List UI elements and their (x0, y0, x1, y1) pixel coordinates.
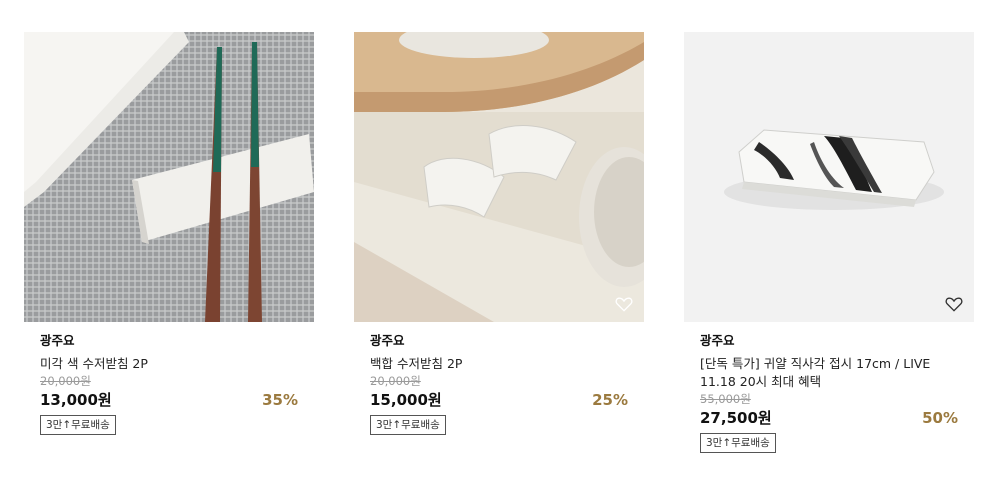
product-card[interactable]: 광주요 백합 수저받침 2P 20,000원 15,000원 25% 3만↑무료… (354, 32, 644, 435)
product-info: 광주요 미각 색 수저받침 2P 20,000원 13,000원 35% 3만↑… (24, 333, 314, 435)
chopstick-rest-photo (24, 32, 314, 322)
product-info: 광주요 [단독 특가] 귀얄 직사각 접시 17cm / LIVE 11.18 … (684, 333, 974, 453)
heart-outline-icon[interactable] (944, 294, 964, 314)
product-grid: 광주요 미각 색 수저받침 2P 20,000원 13,000원 35% 3만↑… (0, 0, 983, 477)
rectangular-plate-photo (684, 32, 974, 322)
free-shipping-badge: 3만↑무료배송 (700, 433, 776, 453)
original-price: 20,000원 (40, 374, 91, 388)
product-name[interactable]: 백합 수저받침 2P (370, 355, 628, 373)
lily-chopstick-rest-photo (354, 32, 644, 322)
product-card[interactable]: 광주요 [단독 특가] 귀얄 직사각 접시 17cm / LIVE 11.18 … (684, 32, 974, 453)
price-row: 27,500원 50% (700, 408, 958, 428)
original-price: 55,000원 (700, 392, 751, 406)
discount-rate: 35% (262, 391, 298, 409)
product-name[interactable]: 미각 색 수저받침 2P (40, 355, 298, 373)
product-image[interactable] (684, 32, 974, 322)
original-price: 20,000원 (370, 374, 421, 388)
brand-name[interactable]: 광주요 (370, 333, 628, 349)
sale-price: 27,500원 (700, 409, 772, 427)
product-card[interactable]: 광주요 미각 색 수저받침 2P 20,000원 13,000원 35% 3만↑… (24, 32, 314, 435)
product-image[interactable] (24, 32, 314, 322)
price-row: 15,000원 25% (370, 390, 628, 410)
brand-name[interactable]: 광주요 (40, 333, 298, 349)
price-row: 13,000원 35% (40, 390, 298, 410)
product-info: 광주요 백합 수저받침 2P 20,000원 15,000원 25% 3만↑무료… (354, 333, 644, 435)
brand-name[interactable]: 광주요 (700, 333, 958, 349)
discount-rate: 50% (922, 409, 958, 427)
sale-price: 13,000원 (40, 391, 112, 409)
product-name[interactable]: [단독 특가] 귀얄 직사각 접시 17cm / LIVE 11.18 20시 … (700, 355, 958, 391)
free-shipping-badge: 3만↑무료배송 (370, 415, 446, 435)
discount-rate: 25% (592, 391, 628, 409)
free-shipping-badge: 3만↑무료배송 (40, 415, 116, 435)
sale-price: 15,000원 (370, 391, 442, 409)
heart-outline-icon[interactable] (614, 294, 634, 314)
product-image[interactable] (354, 32, 644, 322)
